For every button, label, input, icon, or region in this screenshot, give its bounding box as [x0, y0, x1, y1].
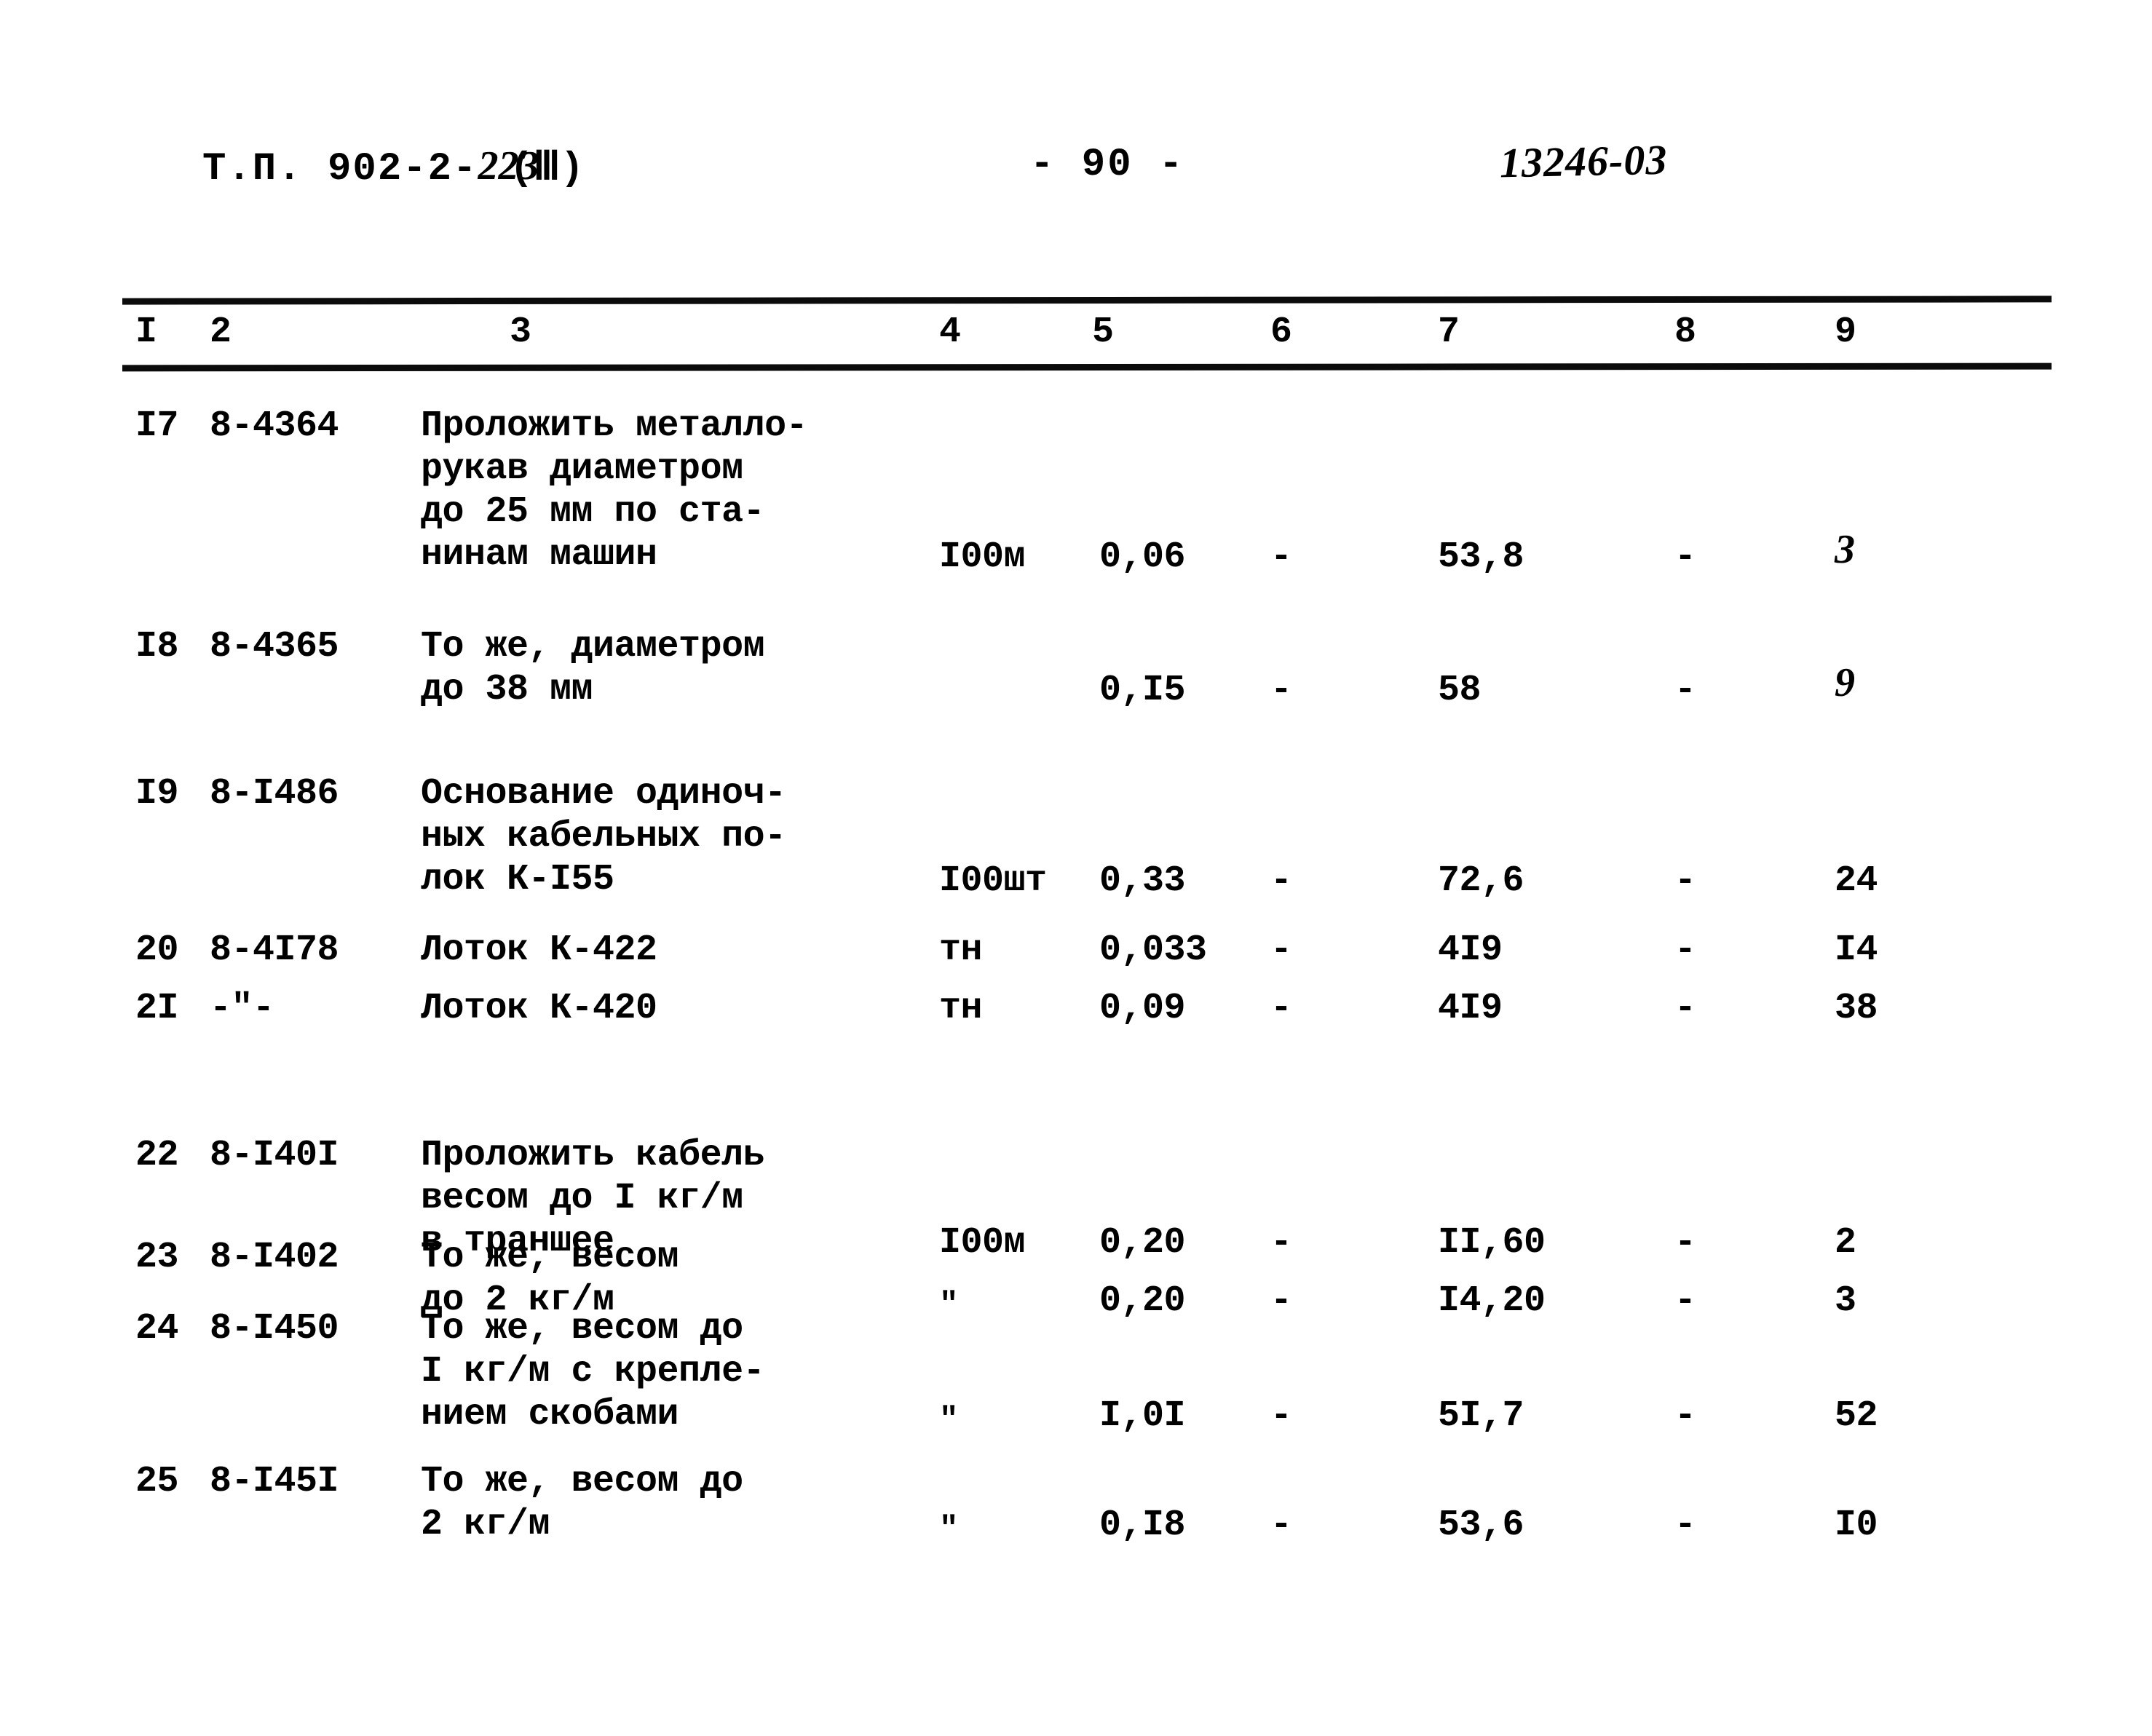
row-col9: 38	[1835, 988, 1878, 1029]
row-code: 8-I402	[210, 1237, 339, 1278]
row-col6: -	[1270, 1280, 1292, 1322]
row-col6: -	[1270, 1222, 1292, 1264]
row-code: -"-	[210, 988, 274, 1029]
row-col8: -	[1674, 1505, 1696, 1546]
row-col7: 72,6	[1438, 860, 1524, 902]
scanned-page: Т.П. 902-2-223 (Ⅲ) - 90 - 13246-03 I2345…	[0, 0, 2152, 1736]
row-col6: -	[1270, 1505, 1292, 1546]
row-quantity: 0,20	[1099, 1222, 1186, 1264]
row-col7: 4I9	[1438, 930, 1503, 971]
row-number: 2I	[135, 988, 179, 1029]
row-description: Лоток К-420	[421, 988, 657, 1029]
row-unit: I00шт	[939, 860, 1047, 902]
row-quantity: 0,033	[1099, 930, 1207, 971]
row-unit: тн	[939, 988, 983, 1029]
row-number: I8	[135, 626, 179, 667]
row-col9: 3	[1835, 1280, 1856, 1322]
row-code: 8-I486	[210, 773, 339, 815]
column-header-4: 4	[939, 312, 962, 353]
row-number: 25	[135, 1461, 179, 1502]
row-col8: -	[1674, 860, 1696, 902]
row-col9: 2	[1835, 1222, 1856, 1264]
row-quantity: 0,I5	[1099, 670, 1186, 711]
row-unit: "	[939, 1287, 958, 1323]
row-quantity: I,0I	[1099, 1395, 1186, 1437]
row-col6: -	[1270, 860, 1292, 902]
row-col8: -	[1674, 1280, 1696, 1322]
row-col7: 5I,7	[1438, 1395, 1524, 1437]
row-description: То же, весом до 2 кг/м	[421, 1461, 743, 1545]
row-code: 8-4I78	[210, 930, 339, 971]
row-code: 8-I45I	[210, 1461, 339, 1502]
row-col8: -	[1674, 1395, 1696, 1437]
row-col8: -	[1674, 1222, 1696, 1264]
row-col8: -	[1674, 930, 1696, 971]
row-number: I7	[135, 405, 179, 447]
row-col9: 52	[1835, 1395, 1878, 1437]
row-col6: -	[1270, 670, 1292, 711]
row-unit: I00м	[939, 536, 1026, 578]
row-code: 8-I450	[210, 1308, 339, 1349]
row-col8: -	[1674, 536, 1696, 578]
row-col7: 53,8	[1438, 536, 1524, 578]
row-number: I9	[135, 773, 179, 815]
row-col6: -	[1270, 1395, 1292, 1437]
row-number: 20	[135, 930, 179, 971]
row-col9: 3	[1835, 527, 1855, 572]
column-header-9: 9	[1835, 312, 1857, 353]
row-description: Лоток К-422	[421, 930, 657, 971]
row-quantity: 0,09	[1099, 988, 1186, 1029]
column-header-5: 5	[1092, 312, 1115, 353]
row-code: 8-4364	[210, 405, 339, 447]
row-unit: "	[939, 1402, 958, 1438]
row-quantity: 0,I8	[1099, 1505, 1186, 1546]
row-quantity: 0,06	[1099, 536, 1186, 578]
archive-code: 13246-03	[1499, 135, 1668, 187]
row-code: 8-4365	[210, 626, 339, 667]
row-quantity: 0,33	[1099, 860, 1186, 902]
document-header: Т.П. 902-2-223 (Ⅲ) - 90 - 13246-03	[0, 136, 2152, 208]
row-col6: -	[1270, 536, 1292, 578]
page-number: - 90 -	[1030, 143, 1185, 187]
row-col7: 58	[1438, 670, 1482, 711]
row-col7: II,60	[1438, 1222, 1546, 1264]
row-unit: "	[939, 1511, 958, 1547]
document-code: Т.П. 902-2-223	[202, 143, 539, 191]
row-col8: -	[1674, 670, 1696, 711]
row-unit: I00м	[939, 1222, 1026, 1264]
row-col9: I0	[1835, 1505, 1878, 1546]
row-col7: 53,6	[1438, 1505, 1524, 1546]
row-number: 22	[135, 1135, 179, 1176]
row-col8: -	[1674, 988, 1696, 1029]
row-col9: I4	[1835, 930, 1878, 971]
row-col6: -	[1270, 988, 1292, 1029]
column-header-2: 2	[210, 312, 232, 353]
row-unit: тн	[939, 930, 983, 971]
row-number: 24	[135, 1308, 179, 1349]
row-description: Основание одиноч- ных кабельных по- лок …	[421, 773, 786, 900]
document-part: (Ⅲ)	[510, 147, 585, 191]
column-header-8: 8	[1674, 312, 1697, 353]
row-col7: 4I9	[1438, 988, 1503, 1029]
column-header-3: 3	[510, 312, 532, 353]
row-col9: 24	[1835, 860, 1878, 902]
row-description: То же, весом до I кг/м с крепле- нием ск…	[421, 1308, 765, 1435]
table-rule-bottom	[122, 362, 2052, 372]
row-description: То же, диаметром до 38 мм	[421, 626, 765, 710]
row-col6: -	[1270, 930, 1292, 971]
column-header-7: 7	[1438, 312, 1460, 353]
document-code-prefix: Т.П. 902-2-	[202, 147, 478, 191]
row-description: Проложить металло- рукав диаметром до 25…	[421, 405, 808, 576]
column-header-I: I	[135, 312, 158, 353]
row-quantity: 0,20	[1099, 1280, 1186, 1322]
row-col7: I4,20	[1438, 1280, 1546, 1322]
column-header-6: 6	[1270, 312, 1293, 353]
table-rule-top	[122, 296, 2052, 305]
row-col9: 9	[1835, 660, 1855, 705]
row-code: 8-I40I	[210, 1135, 339, 1176]
row-number: 23	[135, 1237, 179, 1278]
